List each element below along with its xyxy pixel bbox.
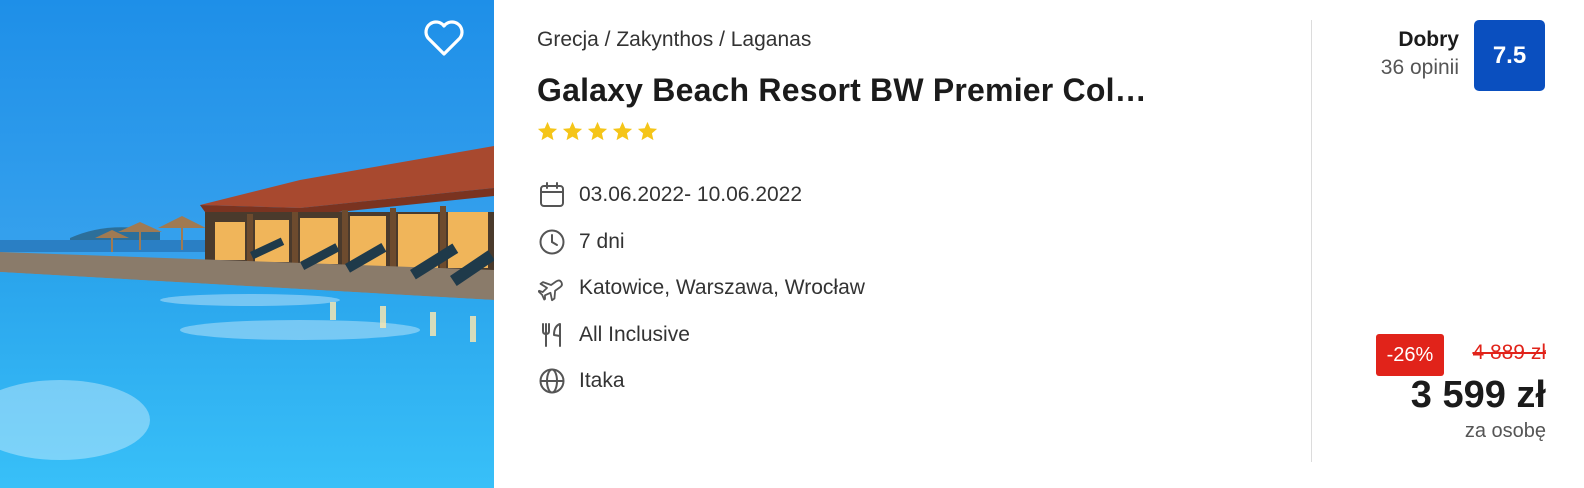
hotel-stars [536,120,659,143]
feature-dates: 03.06.2022- 10.06.2022 [537,172,865,219]
feature-departure-text: Katowice, Warszawa, Wrocław [579,276,865,300]
discount-badge: -26% [1376,334,1444,376]
favorite-button[interactable] [419,14,469,62]
star-icon [587,121,608,141]
feature-duration-text: 7 dni [579,229,625,253]
price-per-person: za osobę [1464,420,1546,442]
feature-board-text: All Inclusive [579,322,690,346]
rating-count[interactable]: 36 opinii [1381,56,1459,80]
star-icon [637,121,658,141]
hotel-name[interactable]: Galaxy Beach Resort BW Premier Col… [537,72,1147,109]
feature-board: All Inclusive [537,312,865,359]
star-icon [562,121,583,141]
star-icon [537,121,558,141]
hotel-photo[interactable] [0,0,494,488]
hotel-photo-image [0,0,494,488]
plane-icon [537,273,567,303]
current-price[interactable]: 3 599 zł [1411,374,1546,417]
old-price: 4 889 zł [1472,341,1546,364]
feature-duration: 7 dni [537,219,865,266]
offer-card[interactable]: Grecja / Zakynthos / Laganas Galaxy Beac… [0,0,1584,488]
divider [1311,20,1312,462]
cutlery-icon [537,320,567,350]
star-icon [612,121,633,141]
feature-operator-text: Itaka [579,369,625,393]
clock-icon [537,227,567,257]
heart-icon [424,20,464,56]
calendar-icon [537,180,567,210]
feature-dates-text: 03.06.2022- 10.06.2022 [579,183,803,207]
feature-operator: Itaka [537,358,865,405]
rating-label: Dobry [1398,28,1459,51]
breadcrumb[interactable]: Grecja / Zakynthos / Laganas [537,28,811,52]
rating-score-badge: 7.5 [1474,20,1545,91]
feature-list: 03.06.2022- 10.06.2022 7 dni Katowice, W… [537,172,865,405]
globe-icon [537,366,567,396]
feature-departure: Katowice, Warszawa, Wrocław [537,265,865,312]
